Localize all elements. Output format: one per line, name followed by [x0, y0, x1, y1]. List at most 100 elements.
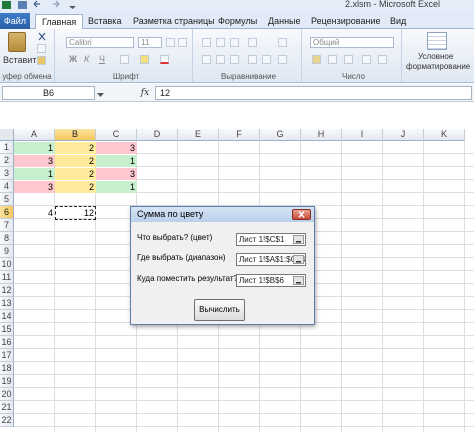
row-header-15[interactable]: 15 [0, 323, 14, 336]
column-header-A[interactable]: A [14, 129, 55, 141]
copy-icon[interactable] [37, 44, 46, 53]
grow-font-icon[interactable] [166, 38, 175, 47]
conditional-formatting-line2[interactable]: форматирование [406, 62, 470, 71]
align-left-icon[interactable] [202, 55, 211, 64]
pick-color-refedit[interactable]: Лист 1!$C$1 [236, 233, 306, 246]
row-header-6[interactable]: 6 [0, 206, 14, 219]
column-header-D[interactable]: D [137, 129, 178, 141]
column-header-I[interactable]: I [342, 129, 383, 141]
row-header-13[interactable]: 13 [0, 297, 14, 310]
row-header-7[interactable]: 7 [0, 219, 14, 232]
output-refedit[interactable]: Лист 1!$B$6 [236, 274, 306, 287]
underline-button[interactable]: Ч [99, 54, 105, 64]
range-refedit[interactable]: Лист 1!$A$1:$C$4 [236, 253, 306, 266]
increase-indent-icon[interactable] [262, 55, 271, 64]
paste-icon[interactable] [8, 32, 26, 52]
comma-style-icon[interactable] [344, 55, 353, 64]
row-header-14[interactable]: 14 [0, 310, 14, 323]
increase-decimal-icon[interactable] [362, 55, 371, 64]
column-header-K[interactable]: K [424, 129, 465, 141]
row-header-4[interactable]: 4 [0, 180, 14, 193]
clipboard-group: Вставить уфер обмена [0, 29, 55, 82]
decrease-decimal-icon[interactable] [378, 55, 387, 64]
cut-icon[interactable] [37, 32, 47, 41]
name-box-dropdown-icon[interactable] [97, 90, 104, 97]
output-collapse-button[interactable] [293, 276, 304, 285]
excel-app-icon[interactable] [2, 1, 11, 9]
formula-input[interactable]: 12 [155, 86, 472, 100]
font-color-icon[interactable] [160, 55, 169, 64]
format-painter-icon[interactable] [37, 56, 46, 65]
gridline-horizontal [14, 387, 474, 388]
number-format-select[interactable]: Общий [310, 37, 394, 48]
merge-cells-icon[interactable] [278, 55, 287, 64]
font-size-select[interactable]: 11 [138, 37, 162, 48]
cell-A6-value[interactable]: 4 [14, 207, 55, 219]
row-header-5[interactable]: 5 [0, 193, 14, 206]
percent-icon[interactable] [328, 55, 337, 64]
orientation-icon[interactable] [248, 38, 257, 47]
column-header-E[interactable]: E [178, 129, 219, 141]
redo-icon[interactable] [52, 0, 61, 9]
column-header-C[interactable]: C [96, 129, 137, 141]
bold-button[interactable]: Ж [69, 54, 77, 64]
undo-icon[interactable] [32, 0, 41, 9]
align-middle-icon[interactable] [216, 38, 225, 47]
gridline-horizontal [14, 374, 474, 375]
align-bottom-icon[interactable] [230, 38, 239, 47]
row-header-18[interactable]: 18 [0, 362, 14, 375]
currency-format-icon[interactable] [312, 55, 321, 64]
row-header-21[interactable]: 21 [0, 401, 14, 414]
fill-color-icon[interactable] [140, 55, 149, 64]
row-header-1[interactable]: 1 [0, 141, 14, 154]
tab-file[interactable]: Файл [0, 13, 30, 29]
dialog-close-button[interactable] [292, 209, 311, 220]
pick-color-collapse-button[interactable] [293, 235, 304, 244]
output-label: Куда поместить результат? [137, 274, 238, 283]
name-box[interactable]: B6 [2, 86, 95, 100]
row-header-2[interactable]: 2 [0, 154, 14, 167]
row-header-16[interactable]: 16 [0, 336, 14, 349]
row-header-11[interactable]: 11 [0, 271, 14, 284]
tab-page-layout[interactable]: Разметка страницы [133, 14, 215, 28]
conditional-formatting-line1[interactable]: Условное [418, 52, 453, 61]
row-header-9[interactable]: 9 [0, 245, 14, 258]
customize-toolbar-icon[interactable] [68, 1, 77, 9]
insert-function-button[interactable]: fx [137, 86, 153, 100]
select-all-corner[interactable] [0, 129, 14, 141]
shrink-font-icon[interactable] [178, 38, 187, 47]
row-header-8[interactable]: 8 [0, 232, 14, 245]
calculate-button[interactable]: Вычислить [194, 299, 245, 321]
decrease-indent-icon[interactable] [248, 55, 257, 64]
wrap-text-icon[interactable] [278, 38, 287, 47]
align-center-icon[interactable] [216, 55, 225, 64]
tab-data[interactable]: Данные [268, 14, 301, 28]
row-header-12[interactable]: 12 [0, 284, 14, 297]
borders-icon[interactable] [120, 55, 129, 64]
column-header-F[interactable]: F [219, 129, 260, 141]
range-collapse-button[interactable] [293, 255, 304, 264]
row-header-10[interactable]: 10 [0, 258, 14, 271]
save-icon[interactable] [18, 1, 27, 9]
column-header-G[interactable]: G [260, 129, 301, 141]
row-header-19[interactable]: 19 [0, 375, 14, 388]
column-header-H[interactable]: H [301, 129, 342, 141]
tab-insert[interactable]: Вставка [88, 14, 121, 28]
conditional-formatting-icon[interactable] [427, 32, 447, 50]
font-name-select[interactable]: Calibri [66, 37, 134, 48]
column-header-J[interactable]: J [383, 129, 424, 141]
tab-home[interactable]: Главная [35, 14, 84, 30]
tab-view[interactable]: Вид [390, 14, 406, 28]
gridline-horizontal [14, 361, 474, 362]
italic-button[interactable]: К [84, 54, 89, 64]
tab-review[interactable]: Рецензирование [311, 14, 381, 28]
paste-button[interactable]: Вставить [3, 55, 41, 65]
column-header-B[interactable]: B [55, 129, 96, 141]
row-header-22[interactable]: 22 [0, 414, 14, 427]
row-header-17[interactable]: 17 [0, 349, 14, 362]
align-top-icon[interactable] [202, 38, 211, 47]
tab-formulas[interactable]: Формулы [218, 14, 257, 28]
row-header-3[interactable]: 3 [0, 167, 14, 180]
align-right-icon[interactable] [230, 55, 239, 64]
row-header-20[interactable]: 20 [0, 388, 14, 401]
